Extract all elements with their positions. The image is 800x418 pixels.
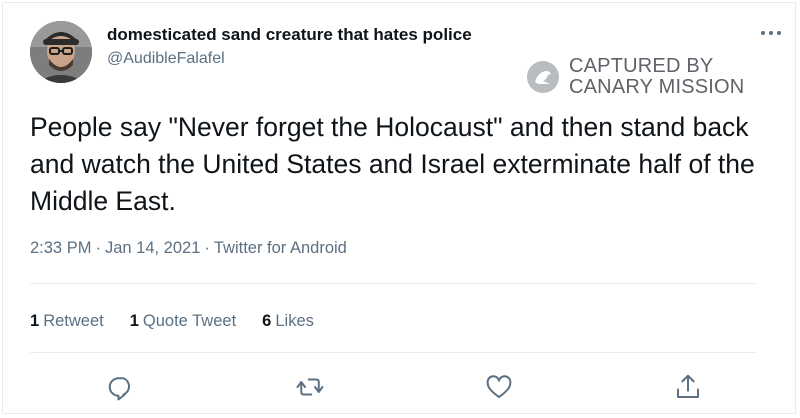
quote-tweet-count-label: Quote Tweet: [142, 312, 237, 330]
tweet-time[interactable]: 2:33 PM: [30, 239, 91, 257]
tweet-card: domesticated sand creature that hates po…: [2, 2, 796, 414]
watermark-text: CAPTURED BY CANARY MISSION: [569, 56, 744, 98]
tweet-text: People say "Never forget the Holocaust" …: [30, 112, 755, 216]
meta-separator: ·: [204, 239, 210, 257]
retweet-count[interactable]: 1 Retweet: [30, 312, 104, 331]
retweet-icon: [296, 378, 324, 396]
canary-mission-watermark: CAPTURED BY CANARY MISSION: [526, 56, 766, 100]
meta-separator: ·: [95, 239, 101, 257]
display-name[interactable]: domesticated sand creature that hates po…: [107, 25, 472, 45]
like-count[interactable]: 6 Likes: [262, 312, 314, 331]
tweet-source[interactable]: Twitter for Android: [214, 239, 347, 257]
retweet-count-label: Retweet: [43, 312, 104, 330]
watermark-line-2: CANARY MISSION: [569, 76, 745, 98]
reply-icon: [108, 377, 130, 401]
quote-tweet-count[interactable]: 1 Quote Tweet: [130, 312, 236, 331]
avatar-photo: [30, 21, 92, 83]
retweet-button[interactable]: [295, 372, 325, 402]
share-button[interactable]: [673, 372, 703, 402]
like-count-value: 6: [262, 312, 272, 330]
avatar[interactable]: [30, 21, 92, 83]
divider: [30, 283, 756, 284]
handle[interactable]: @AudibleFalafel: [107, 50, 225, 68]
reply-button[interactable]: [106, 372, 136, 402]
tweet-date[interactable]: Jan 14, 2021: [105, 239, 200, 257]
like-count-label: Likes: [275, 312, 314, 330]
divider: [30, 352, 756, 353]
tweet-stats: 1 Retweet 1 Quote Tweet 6 Likes: [30, 312, 340, 331]
tweet-meta: 2:33 PM · Jan 14, 2021 · Twitter for Android: [30, 239, 347, 258]
share-icon: [677, 374, 699, 398]
more-icon[interactable]: [759, 23, 783, 43]
like-button[interactable]: [484, 372, 514, 402]
watermark-line-1: CAPTURED BY: [569, 55, 714, 77]
heart-icon: [486, 375, 512, 398]
quote-tweet-count-value: 1: [129, 312, 139, 330]
canary-logo-icon: [526, 60, 560, 94]
retweet-count-value: 1: [30, 312, 40, 330]
